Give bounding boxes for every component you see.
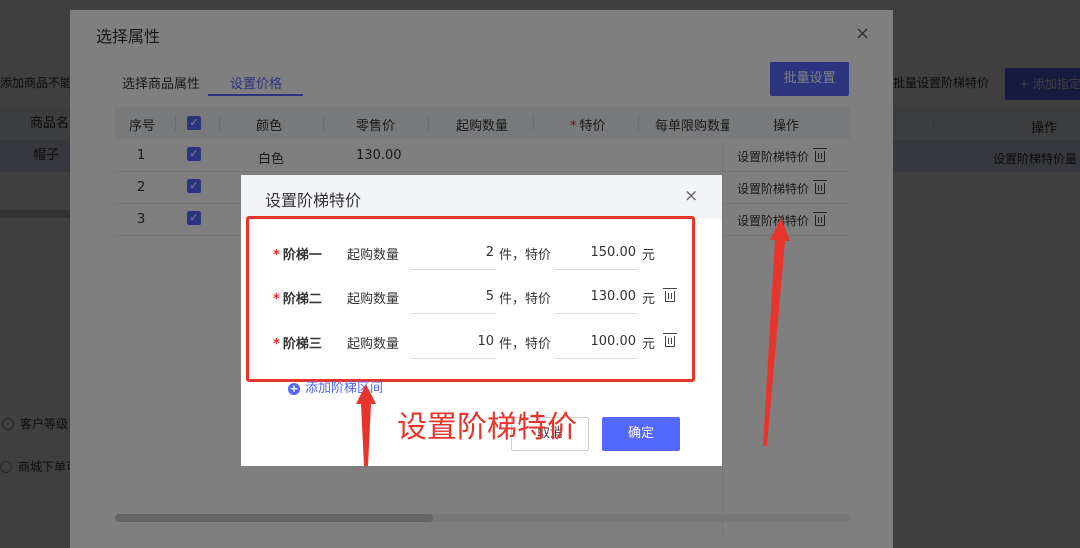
- unit-special-label: 件，特价: [499, 337, 552, 352]
- currency-label: 元: [642, 337, 656, 352]
- required-mark: *: [273, 292, 280, 307]
- tier-name: 阶梯三: [282, 337, 322, 352]
- currency-label: 元: [642, 292, 656, 307]
- tier-qty-input[interactable]: [410, 280, 496, 314]
- add-tier-range-link[interactable]: + 添加阶梯区间: [288, 377, 383, 396]
- min-qty-label: 起购数量: [347, 292, 400, 307]
- required-mark: *: [273, 337, 280, 352]
- confirm-button[interactable]: 确定: [602, 417, 680, 451]
- tier-name: 阶梯一: [282, 248, 322, 263]
- currency-label: 元: [642, 248, 656, 263]
- tier-row-3: *阶梯三 起购数量 件，特价 元: [241, 325, 722, 359]
- tier-label: * 阶梯三: [273, 333, 322, 352]
- add-tier-range-label: 添加阶梯区间: [305, 381, 384, 396]
- tier-qty-input[interactable]: [410, 325, 496, 359]
- close-icon[interactable]: ×: [684, 186, 698, 206]
- delete-tier-button[interactable]: [663, 333, 677, 350]
- tier-name: 阶梯二: [282, 292, 322, 307]
- trash-icon: [663, 333, 677, 347]
- unit-special-label: 件，特价: [499, 292, 552, 307]
- annotation-text: 设置阶梯特价: [397, 410, 577, 445]
- tier-label: * 阶梯二: [273, 288, 322, 307]
- trash-icon: [663, 288, 677, 302]
- modal-title: 设置阶梯特价: [265, 191, 362, 210]
- required-mark: *: [273, 248, 280, 263]
- delete-tier-button[interactable]: [663, 288, 677, 305]
- tier-qty-input[interactable]: [410, 236, 496, 270]
- modal-header: 设置阶梯特价 ×: [241, 175, 722, 219]
- plus-circle-icon: +: [288, 382, 300, 395]
- tier-row-2: *阶梯二 起购数量 件，特价 元: [241, 280, 722, 314]
- tier-label: * 阶梯一: [273, 244, 322, 263]
- tier-price-input[interactable]: [554, 280, 638, 314]
- tier-price-input[interactable]: [554, 325, 638, 359]
- min-qty-label: 起购数量: [347, 337, 400, 352]
- min-qty-label: 起购数量: [347, 248, 400, 263]
- tier-price-input[interactable]: [554, 236, 638, 270]
- tier-row-1: *阶梯一 起购数量 件，特价 元: [241, 236, 722, 270]
- unit-special-label: 件，特价: [499, 248, 552, 263]
